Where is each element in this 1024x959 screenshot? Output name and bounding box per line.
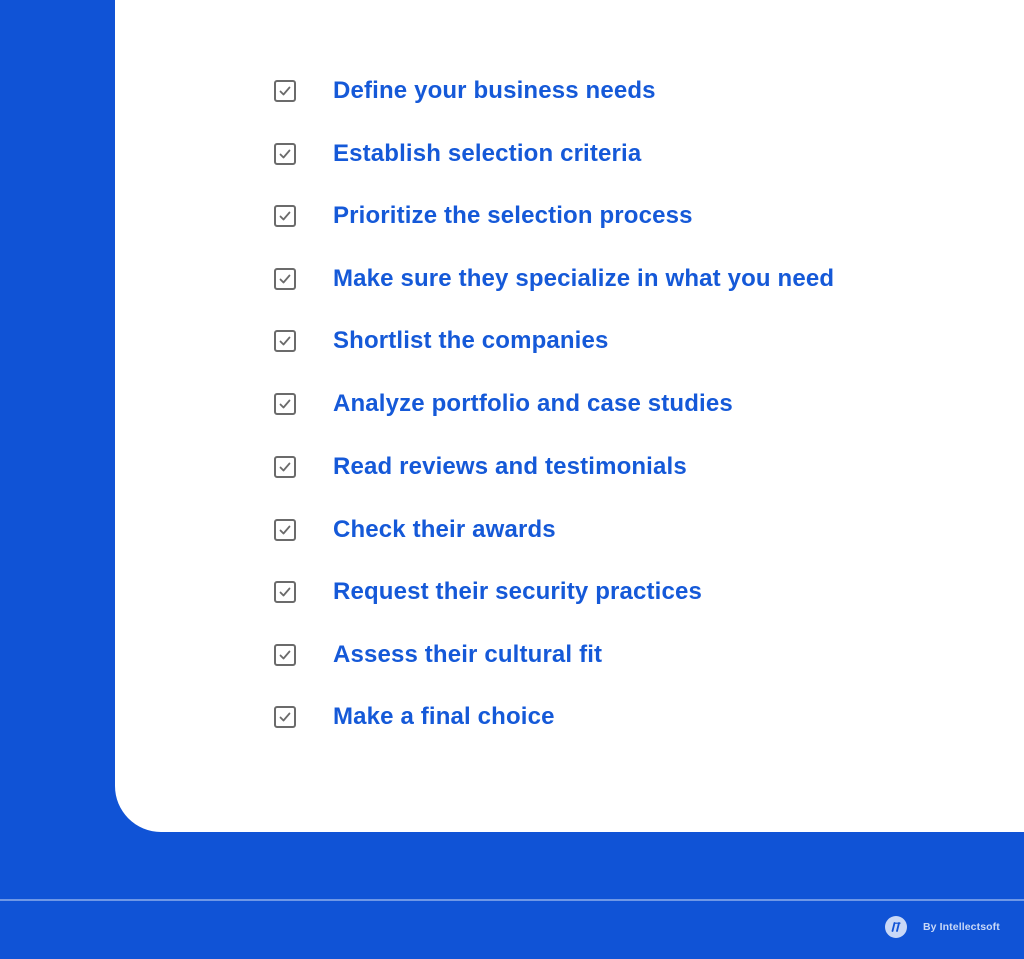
- brand-credit: By Intellectsoft: [885, 916, 1000, 938]
- checkbox-checked-icon: [274, 644, 296, 666]
- checkbox-checked-icon: [274, 456, 296, 478]
- checkbox-checked-icon: [274, 143, 296, 165]
- checklist-item-label: Prioritize the selection process: [333, 202, 693, 229]
- checkbox-checked-icon: [274, 706, 296, 728]
- checklist-item-label: Define your business needs: [333, 77, 656, 104]
- brand-text: By Intellectsoft: [923, 921, 1000, 933]
- checklist-item-label: Make sure they specialize in what you ne…: [333, 265, 835, 292]
- checklist-item-label: Request their security practices: [333, 578, 702, 605]
- checklist-item-label: Check their awards: [333, 516, 556, 543]
- checkbox-checked-icon: [274, 330, 296, 352]
- checkbox-checked-icon: [274, 268, 296, 290]
- checkbox-checked-icon: [274, 519, 296, 541]
- checkbox-checked-icon: [274, 393, 296, 415]
- checklist-card: Define your business needs Establish sel…: [115, 0, 1024, 832]
- checklist-item-label: Assess their cultural fit: [333, 641, 603, 668]
- checklist-item-label: Make a final choice: [333, 703, 555, 730]
- checklist-item-label: Analyze portfolio and case studies: [333, 390, 733, 417]
- footer-divider: [0, 899, 1024, 901]
- checkbox-checked-icon: [274, 80, 296, 102]
- checkbox-checked-icon: [274, 205, 296, 227]
- intellectsoft-logo-icon: [885, 916, 907, 938]
- checklist-item-label: Establish selection criteria: [333, 140, 642, 167]
- checkbox-checked-icon: [274, 581, 296, 603]
- checklist-item-label: Shortlist the companies: [333, 327, 609, 354]
- checklist-item-label: Read reviews and testimonials: [333, 453, 687, 480]
